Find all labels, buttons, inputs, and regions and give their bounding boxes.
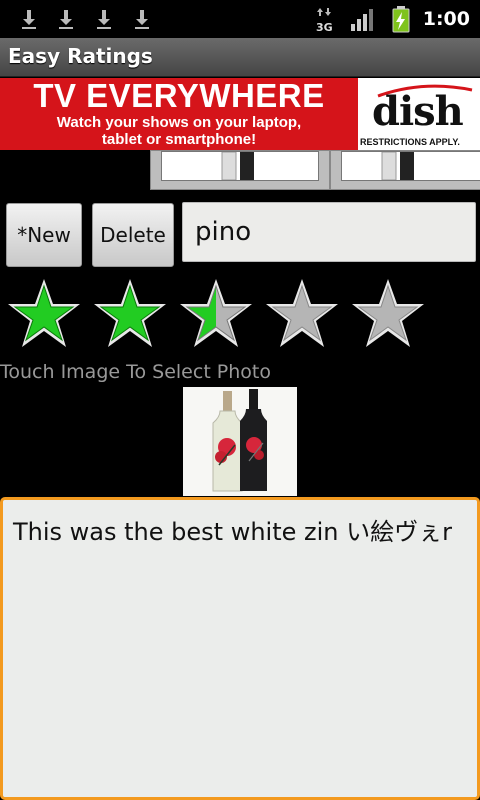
photo-hint: Touch Image To Select Photo xyxy=(0,361,272,383)
rating-stars[interactable] xyxy=(0,275,480,355)
star-5[interactable] xyxy=(352,279,424,347)
ad-subline-1: Watch your shows on your laptop, xyxy=(56,114,302,131)
ad-brand-logo: dish xyxy=(372,88,464,135)
star-3[interactable] xyxy=(180,279,252,347)
gallery-item[interactable] xyxy=(330,150,480,190)
ad-disclaimer: RESTRICTIONS APPLY. xyxy=(360,137,460,147)
wine-photo[interactable] xyxy=(183,387,297,496)
gallery-thumbnail xyxy=(341,151,480,181)
app-title: Easy Ratings xyxy=(8,44,153,68)
title-bar: Easy Ratings xyxy=(0,38,480,77)
download-icon xyxy=(22,10,36,29)
star-2[interactable] xyxy=(94,279,166,347)
wine-bottles-thumbnail xyxy=(381,151,414,181)
3g-icon: 3G xyxy=(316,8,333,33)
status-bar: 3G 1:00 xyxy=(0,0,480,38)
notes-textarea[interactable]: This was the best white zin い絵ヴぇr xyxy=(0,497,480,800)
star-4[interactable] xyxy=(266,279,338,347)
name-input[interactable]: pino xyxy=(182,202,476,262)
delete-button[interactable]: Delete xyxy=(92,203,174,267)
gallery-thumbnail xyxy=(161,151,319,181)
network-label: 3G xyxy=(316,21,333,33)
signal-icon xyxy=(351,9,373,31)
rating-bar[interactable] xyxy=(0,275,480,355)
ad-text-panel: TV EVERYWHERE Watch your shows on your l… xyxy=(0,78,358,150)
ad-subline-2: tablet or smartphone! xyxy=(101,131,257,148)
battery-charging-icon xyxy=(392,6,410,33)
download-icon xyxy=(59,10,73,29)
new-button[interactable]: *New xyxy=(6,203,82,267)
ad-headline: TV EVERYWHERE xyxy=(33,77,325,114)
wine-bottles-image xyxy=(183,387,297,496)
star-1[interactable] xyxy=(8,279,80,347)
ad-brand-panel: dish RESTRICTIONS APPLY. xyxy=(358,78,480,150)
download-icon xyxy=(135,10,149,29)
clock: 1:00 xyxy=(422,8,470,30)
gallery-item[interactable] xyxy=(150,150,330,190)
download-icon xyxy=(97,10,111,29)
ad-banner[interactable]: TV EVERYWHERE Watch your shows on your l… xyxy=(0,78,480,150)
wine-bottles-thumbnail xyxy=(221,151,254,181)
